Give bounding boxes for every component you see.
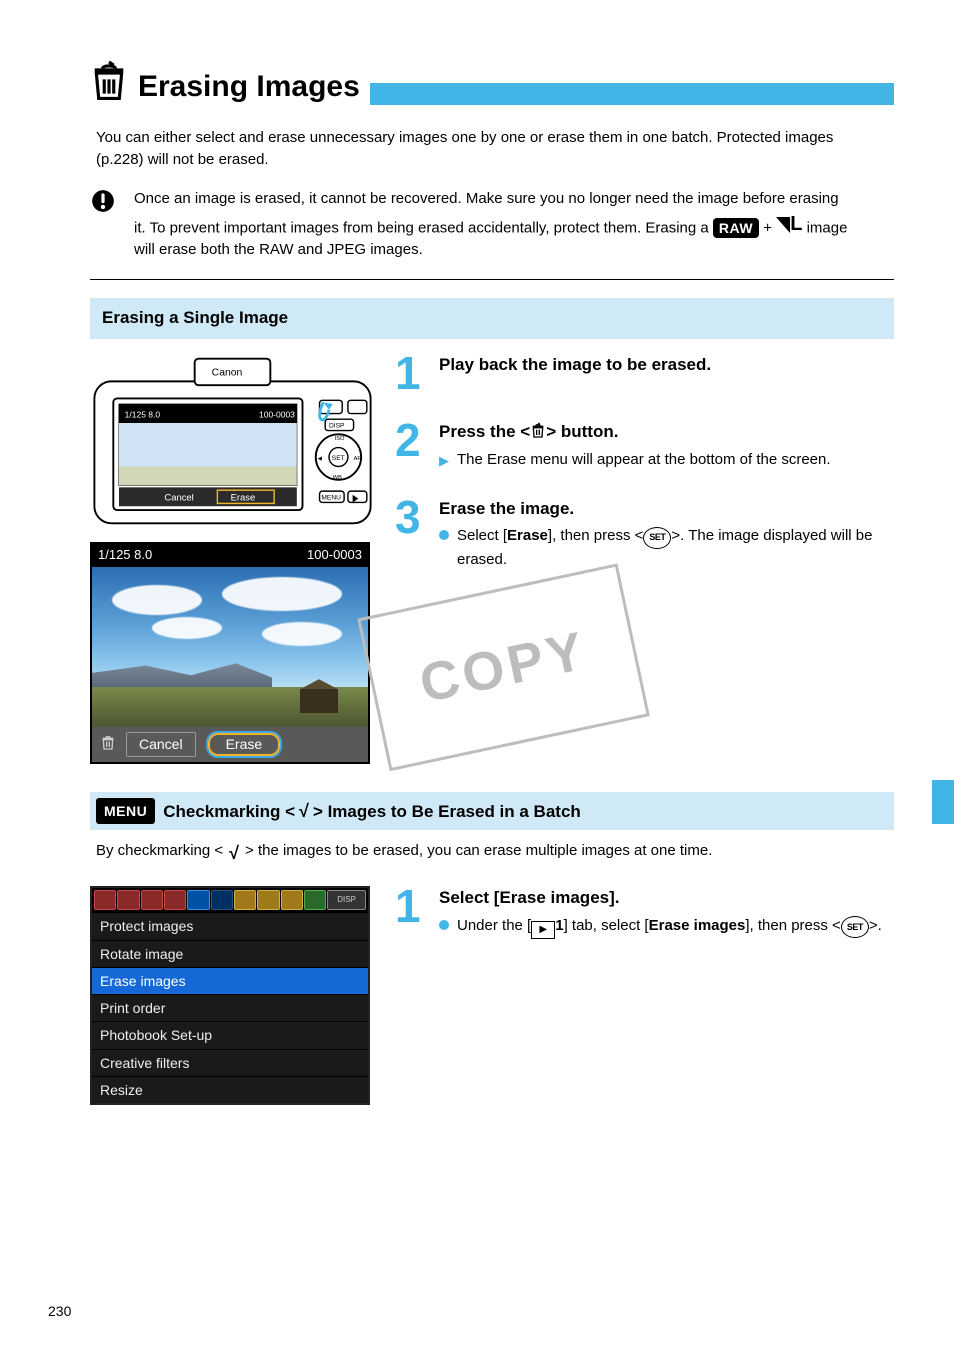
step-1-title: Play back the image to be erased. xyxy=(439,353,894,378)
section-heading-batch: MENU Checkmarking <√> Images to Be Erase… xyxy=(90,792,894,831)
lcd-screenshot: 1/125 8.0 100-0003 Cancel xyxy=(90,542,370,763)
step-3: 3 Erase the image. Select [Erase], then … xyxy=(395,497,894,571)
thumb-tab xyxy=(932,780,954,824)
bullet-icon xyxy=(439,920,449,930)
menu-item[interactable]: Photobook Set-up xyxy=(92,1021,368,1048)
caution-icon xyxy=(90,188,116,221)
intro-text: You can either select and erase unnecess… xyxy=(96,127,856,171)
menu-item[interactable]: Resize xyxy=(92,1076,368,1103)
svg-text:1/125 8.0: 1/125 8.0 xyxy=(125,409,161,419)
menu-tab[interactable] xyxy=(281,890,303,910)
menu-tab-selected[interactable] xyxy=(187,890,209,910)
ss-erase-bar: Cancel Erase xyxy=(92,727,368,761)
svg-text:100-0003: 100-0003 xyxy=(259,409,295,419)
checkmark-icon: √ xyxy=(299,798,309,824)
menu-item[interactable]: Protect images xyxy=(92,912,368,939)
menu-figure: DISP Protect images Rotate image Erase i… xyxy=(90,886,375,1105)
menu-item[interactable]: Print order xyxy=(92,994,368,1021)
page-title: Erasing Images xyxy=(138,65,360,109)
divider xyxy=(90,279,894,280)
svg-text:SET: SET xyxy=(332,455,345,462)
step-number-1: 1 xyxy=(395,353,429,394)
steps-area-2: DISP Protect images Rotate image Erase i… xyxy=(90,886,894,1105)
menu-item[interactable]: Creative filters xyxy=(92,1049,368,1076)
ss-file-number: 100-0003 xyxy=(307,546,362,565)
step-number-3: 3 xyxy=(395,497,429,538)
ss-exposure: 1/125 8.0 xyxy=(98,546,152,565)
trash-icon-small xyxy=(100,734,116,754)
set-icon: SET xyxy=(643,527,671,549)
checkmark-icon: √ xyxy=(229,840,239,866)
steps-text-column: 1 Play back the image to be erased. 2 Pr… xyxy=(395,353,894,597)
ss-erase-button[interactable]: Erase xyxy=(206,731,283,757)
page: Erasing Images You can either select and… xyxy=(0,0,954,1345)
menu-tab-disp[interactable]: DISP xyxy=(327,890,366,910)
step-2: 2 Press the <> button. ▶ The Erase menu … xyxy=(395,420,894,470)
title-accent-bar xyxy=(370,83,894,105)
svg-text:WB: WB xyxy=(333,474,342,480)
menu-tab[interactable] xyxy=(141,890,163,910)
caution-text: Once an image is erased, it cannot be re… xyxy=(134,188,854,261)
result-arrow-icon: ▶ xyxy=(439,452,449,471)
ss-cancel-button[interactable]: Cancel xyxy=(126,732,196,756)
svg-text:DISP: DISP xyxy=(329,422,345,429)
set-icon: SET xyxy=(841,916,869,938)
trash-icon xyxy=(90,60,128,109)
step-2-1-title: Select [Erase images]. xyxy=(439,886,894,911)
trash-icon-inline xyxy=(530,422,546,441)
menu-tab[interactable] xyxy=(211,890,233,910)
page-number: 230 xyxy=(48,1301,71,1321)
step-3-line: Select [Erase], then press <SET>. The im… xyxy=(457,525,894,570)
menu-tab[interactable] xyxy=(117,890,139,910)
menu-tab[interactable] xyxy=(304,890,326,910)
camera-illustration: Canon 1/125 8.0 100-0003 Cancel Erase SE… xyxy=(90,353,375,528)
steps-area-1: Canon 1/125 8.0 100-0003 Cancel Erase SE… xyxy=(90,353,894,764)
step-2-1-line: Under the [▶1] tab, select [Erase images… xyxy=(457,915,882,939)
menu-badge: MENU xyxy=(96,798,155,824)
svg-text:◀: ◀ xyxy=(318,456,323,462)
step-2-line: The Erase menu will appear at the bottom… xyxy=(457,449,831,471)
menu-tab[interactable] xyxy=(164,890,186,910)
menu-tabs: DISP xyxy=(92,888,368,912)
step-2-title: Press the <> button. xyxy=(439,420,894,445)
svg-text:MENU: MENU xyxy=(321,494,341,501)
svg-text:Cancel: Cancel xyxy=(164,492,193,503)
ss-photo-area xyxy=(92,567,368,727)
svg-text:ISO: ISO xyxy=(335,436,345,442)
figures-column: Canon 1/125 8.0 100-0003 Cancel Erase SE… xyxy=(90,353,375,764)
camera-menu: DISP Protect images Rotate image Erase i… xyxy=(90,886,370,1105)
step-1: 1 Play back the image to be erased. xyxy=(395,353,894,394)
menu-item-selected[interactable]: Erase images xyxy=(92,967,368,994)
step-2-1: 1 Select [Erase images]. Under the [▶1] … xyxy=(395,886,894,939)
step-number-2: 2 xyxy=(395,420,429,461)
menu-tab[interactable] xyxy=(234,890,256,910)
step-number-1b: 1 xyxy=(395,886,429,927)
svg-text:Canon: Canon xyxy=(212,367,243,378)
caution-row: Once an image is erased, it cannot be re… xyxy=(90,188,894,261)
jpeg-large-icon: L xyxy=(776,210,802,239)
svg-text:AF: AF xyxy=(354,456,362,462)
playback-tab-icon: ▶ xyxy=(531,921,555,939)
menu-tab[interactable] xyxy=(94,890,116,910)
raw-badge: RAW xyxy=(713,218,759,238)
section2-subtext: By checkmarking <√> the images to be era… xyxy=(96,840,856,866)
svg-text:Erase: Erase xyxy=(231,492,256,503)
step-3-title: Erase the image. xyxy=(439,497,894,522)
ss-info-bar: 1/125 8.0 100-0003 xyxy=(92,544,368,567)
title-row: Erasing Images xyxy=(90,60,894,109)
menu-item[interactable]: Rotate image xyxy=(92,940,368,967)
section-heading-single: Erasing a Single Image xyxy=(90,298,894,339)
menu-tab[interactable] xyxy=(257,890,279,910)
bullet-icon xyxy=(439,530,449,540)
